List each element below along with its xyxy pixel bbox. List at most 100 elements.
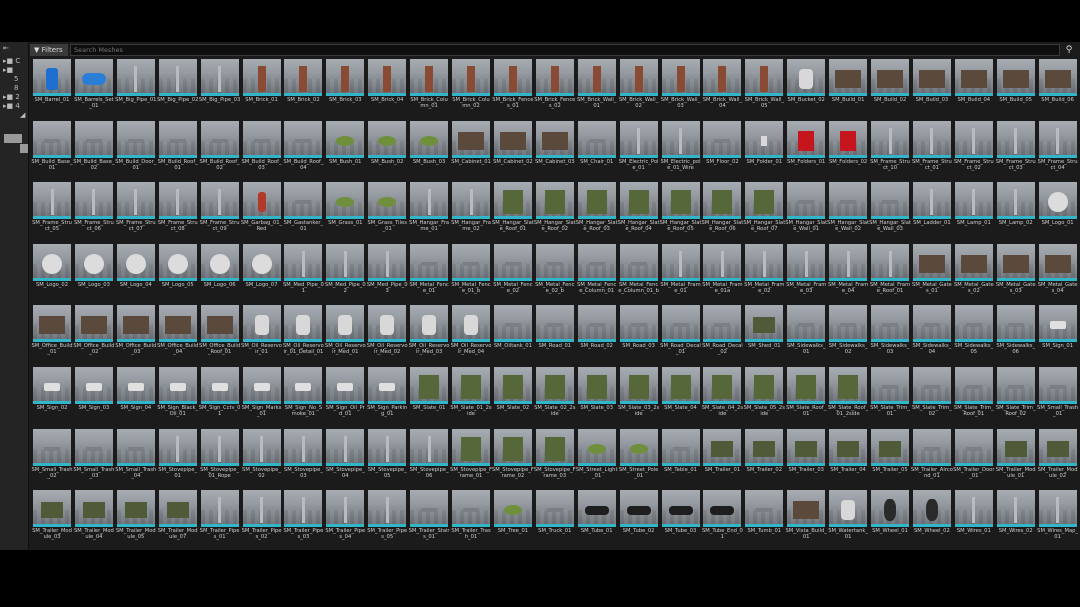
asset-tile[interactable]: SM_Build_06 [1037, 59, 1079, 121]
asset-tile[interactable]: SM_Wheel_01 [869, 490, 911, 550]
asset-tile[interactable]: SM_Brick_01 [241, 59, 283, 121]
asset-tile[interactable]: SM_Build_Base_02 [73, 120, 115, 183]
asset-tile[interactable]: SM_Slate_Trim_02 [911, 367, 953, 429]
asset-tile[interactable]: SM_Frame_Struct_10 [869, 120, 911, 183]
asset-tile[interactable]: SM_Oil_Reservoir_Med_04 [450, 305, 492, 367]
asset-tile[interactable]: SM_Cabinet_01 [450, 120, 492, 183]
asset-tile[interactable]: SM_Hangar_Slate_Roof_04 [618, 182, 660, 244]
asset-tile[interactable]: SM_Stovepipe_06 [408, 428, 450, 491]
asset-tile[interactable]: SM_Road_02 [576, 305, 618, 367]
asset-tile[interactable]: SM_Sign_Black_Oil_01 [157, 367, 199, 429]
asset-tile[interactable]: SM_Metal_Fence_Column_01 [576, 243, 618, 306]
asset-tile[interactable]: SM_Oil_Reservoir_Med_02 [366, 305, 408, 367]
asset-tile[interactable]: SM_Stovepipe_04 [324, 428, 366, 491]
asset-tile[interactable]: SM_Brick_Wall_03 [660, 59, 702, 121]
asset-tile[interactable]: SM_Logo_04 [115, 243, 157, 306]
asset-tile[interactable]: SM_Shed_01 [743, 305, 785, 367]
asset-tile[interactable]: SM_Lamp_02 [995, 182, 1037, 244]
asset-tile[interactable]: SM_Build_04 [953, 59, 995, 121]
asset-tile[interactable]: SM_Build_03 [911, 59, 953, 121]
asset-tile[interactable]: SM_Build_Base_01 [31, 120, 73, 183]
asset-tile[interactable]: SM_Ladder_01 [911, 182, 953, 244]
asset-tile[interactable]: SM_Med_Pipe_02 [324, 243, 366, 306]
asset-tile[interactable]: SM_Med_Pipe_01 [282, 243, 324, 306]
asset-tile[interactable]: SM_Hangar_Slate_Roof_06 [701, 182, 743, 244]
asset-tile[interactable]: SM_Frame_Struct_09 [199, 182, 241, 244]
asset-tile[interactable]: SM_Slate_02 [492, 367, 534, 429]
asset-tile[interactable]: SM_Slate_01 [408, 367, 450, 429]
asset-tile[interactable]: SM_Grass_Tiles_01 [366, 182, 408, 244]
asset-tile[interactable]: SM_Logo_05 [157, 243, 199, 306]
asset-tile[interactable]: SM_Sign_Cctv_01 [199, 367, 241, 429]
asset-tile[interactable]: SM_Hangar_Slate_Roof_05 [660, 182, 702, 244]
asset-tile[interactable]: SM_Tumb_01 [743, 490, 785, 550]
asset-tile[interactable]: SM_Small_Trash_01 [1037, 367, 1079, 429]
asset-tile[interactable]: SM_Metal_Fence_01_b [450, 243, 492, 306]
asset-tile[interactable]: SM_Trailer_Pipes_02 [241, 490, 283, 550]
asset-tile[interactable]: SM_Bush_03 [408, 120, 450, 183]
asset-tile[interactable]: SM_Brick_Wall_04 [701, 59, 743, 121]
asset-tile[interactable]: SM_Frame_Struct_08 [157, 182, 199, 244]
asset-tile[interactable]: SM_Stovepipe_Frame_03 [534, 428, 576, 491]
asset-tile[interactable]: SM_Trailer_03 [785, 428, 827, 491]
asset-tile[interactable]: SM_Hangar_Frame_01 [408, 182, 450, 244]
asset-tile[interactable]: SM_Oiltank_01 [492, 305, 534, 367]
asset-tile[interactable]: SM_Trailer_Pipes_03 [282, 490, 324, 550]
asset-tile[interactable]: SM_Stovepipe_01_Rope [199, 428, 241, 491]
asset-tile[interactable]: SM_Hangar_Slate_Roof_03 [576, 182, 618, 244]
asset-tile[interactable]: SM_Sidewalks_04 [911, 305, 953, 367]
asset-tile[interactable]: SM_Gastanker_01 [282, 182, 324, 244]
asset-tile[interactable]: SM_Sidewalks_01 [785, 305, 827, 367]
asset-tile[interactable]: SM_Metal_Gates_04 [1037, 243, 1079, 306]
asset-tile[interactable]: SM_Frame_Struct_04 [1037, 120, 1079, 183]
asset-tile[interactable]: SM_Trailer_Trash_01 [450, 490, 492, 550]
asset-tile[interactable]: SM_Slate_Trim_Roof_01 [953, 367, 995, 429]
asset-tile[interactable]: SM_Road_01 [534, 305, 576, 367]
asset-tile[interactable]: SM_Tree_01 [492, 490, 534, 550]
asset-tile[interactable]: SM_Brick_Fences_01 [492, 59, 534, 121]
asset-tile[interactable]: SM_Trailer_05 [869, 428, 911, 491]
asset-tile[interactable]: SM_Sign_No_Smoke_01 [282, 367, 324, 429]
asset-tile[interactable]: SM_Brick_Column_01 [408, 59, 450, 121]
folder-icon[interactable]: ▸■ 2 [3, 93, 20, 101]
asset-tile[interactable]: SM_Sidewalks_03 [869, 305, 911, 367]
asset-tile[interactable]: SM_Metal_Frame_03 [785, 243, 827, 306]
asset-tile[interactable]: SM_Metal_Frame_01 [660, 243, 702, 306]
asset-tile[interactable]: SM_Oil_Reservoir_Med_01 [324, 305, 366, 367]
asset-tile[interactable]: SM_Sign_Parking_01 [366, 367, 408, 429]
asset-tile[interactable]: SM_Sign_04 [115, 367, 157, 429]
asset-tile[interactable]: SM_Brick_03 [324, 59, 366, 121]
asset-tile[interactable]: SM_Build_Roof_01 [157, 120, 199, 183]
asset-tile[interactable]: SM_Small_Trash_02 [31, 428, 73, 491]
asset-tile[interactable]: SM_Wires_Map_01 [1037, 490, 1079, 550]
asset-tile[interactable]: SM_Sidewalks_02 [827, 305, 869, 367]
asset-tile[interactable]: SM_Trailer_01 [701, 428, 743, 491]
asset-tile[interactable]: SM_Office_Build_01 [31, 305, 73, 367]
asset-tile[interactable]: SM_Electric_pole_01_Wire [660, 120, 702, 183]
asset-tile[interactable]: SM_Metal_Frame_01a [701, 243, 743, 306]
asset-tile[interactable]: SM_Slate_Trim_01 [869, 367, 911, 429]
asset-tile[interactable]: SM_Wires_01 [953, 490, 995, 550]
asset-tile[interactable]: SM_Frame_Struct_03 [995, 120, 1037, 183]
asset-tile[interactable]: SM_Watertank_01 [827, 490, 869, 550]
asset-tile[interactable]: SM_Frame_Struct_01 [911, 120, 953, 183]
asset-tile[interactable]: SM_Metal_Fence_01 [408, 243, 450, 306]
asset-tile[interactable]: SM_Office_Build_03 [115, 305, 157, 367]
asset-tile[interactable]: SM_Barrel_01 [31, 59, 73, 121]
asset-tile[interactable]: SM_Chair_01 [576, 120, 618, 183]
asset-tile[interactable]: SM_Wheel_02 [911, 490, 953, 550]
asset-tile[interactable]: SM_Metal_Frame_04 [827, 243, 869, 306]
asset-tile[interactable]: SM_Build_01 [827, 59, 869, 121]
asset-tile[interactable]: SM_Folders_02 [827, 120, 869, 183]
asset-tile[interactable]: SM_Bush_01 [324, 120, 366, 183]
asset-tile[interactable]: SM_Stovepipe_05 [366, 428, 408, 491]
asset-tile[interactable]: SM_Table_01 [660, 428, 702, 491]
asset-tile[interactable]: SM_Slate_02_2side [534, 367, 576, 429]
folder-icon[interactable]: ▸■ C [3, 57, 20, 65]
folder-label[interactable]: 8 [14, 84, 18, 92]
asset-tile[interactable]: SM_Brick_Wall_02 [618, 59, 660, 121]
asset-tile[interactable]: SM_Brick_Fences_02 [534, 59, 576, 121]
asset-tile[interactable]: SM_Hangar_Slate_Roof_02 [534, 182, 576, 244]
asset-tile[interactable]: SM_Trailer_Module_04 [73, 490, 115, 550]
asset-tile[interactable]: SM_Small_Trash_04 [115, 428, 157, 491]
